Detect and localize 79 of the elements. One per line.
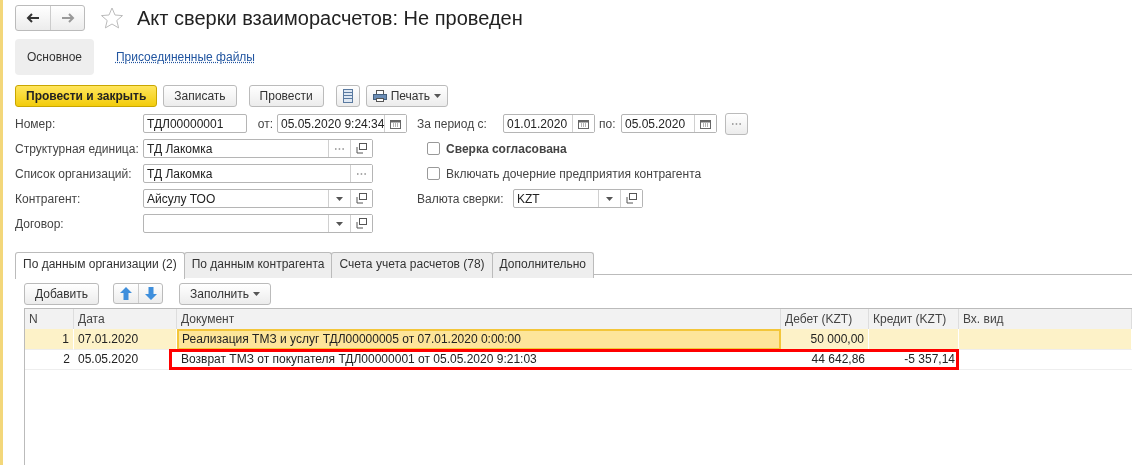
field-label: Валюта сверки:: [417, 191, 505, 206]
date-field[interactable]: 05.05.2020 9:24:34: [277, 114, 407, 133]
section-tab[interactable]: Присоединенные файлы: [104, 39, 267, 75]
open-button[interactable]: [350, 190, 372, 207]
table-cell: 44 642,86: [781, 349, 869, 370]
table-cell: 50 000,00: [781, 329, 869, 350]
printer-icon: [372, 90, 387, 102]
back-arrow-icon: [26, 13, 40, 23]
column-header[interactable]: Дата: [74, 309, 177, 330]
down-arrow-icon: [144, 287, 157, 300]
up-arrow-icon: [120, 287, 133, 300]
tab[interactable]: По данным организации (2): [15, 252, 185, 279]
post-and-close-button[interactable]: Провести и закрыть: [15, 85, 158, 107]
column-header[interactable]: Дебет (KZT): [781, 309, 869, 330]
checkbox[interactable]: [427, 142, 440, 155]
list-icon: [342, 89, 353, 103]
open-button[interactable]: [350, 215, 372, 232]
open-button[interactable]: [620, 190, 642, 207]
column-header[interactable]: Вх. вид: [959, 309, 1132, 330]
table-cell: 07.01.2020: [74, 329, 177, 350]
caret-icon: [336, 221, 343, 226]
tab[interactable]: По данным контрагента: [183, 252, 333, 278]
calendar-button[interactable]: [384, 115, 406, 132]
list-button[interactable]: [335, 85, 360, 107]
column-header[interactable]: Документ: [177, 309, 781, 330]
open-icon: [356, 193, 367, 204]
open-button[interactable]: [350, 140, 372, 157]
print-button[interactable]: Печать: [365, 85, 448, 107]
section-tab[interactable]: Основное: [15, 39, 94, 75]
field-label: Контрагент:: [15, 191, 82, 206]
ellipsis-icon: [732, 122, 741, 125]
ellipsis-icon: [335, 147, 344, 150]
ellipsis-icon: [357, 172, 366, 175]
star-icon[interactable]: [101, 7, 123, 29]
input-field[interactable]: [143, 214, 373, 233]
forward-arrow-icon: [60, 13, 75, 23]
toolbar-button[interactable]: Записать: [163, 85, 237, 107]
toolbar-button[interactable]: Провести: [248, 85, 324, 107]
open-icon: [356, 143, 367, 154]
calendar-button[interactable]: [572, 115, 594, 132]
field-label: от:: [256, 116, 273, 131]
add-button[interactable]: Добавить: [24, 282, 100, 305]
number-field[interactable]: ТДЛ00000001: [143, 114, 247, 133]
open-icon: [356, 218, 367, 229]
calendar-icon: [578, 118, 589, 129]
window-title: Акт сверки взаиморасчетов: Не проведен: [137, 6, 523, 30]
table-cell: Реализация ТМЗ и услуг ТДЛ00000005 от 07.01.2020 0:00:00: [177, 329, 781, 350]
table-cell: 2: [25, 349, 74, 370]
date-field[interactable]: 01.01.2020: [503, 114, 595, 133]
caret-icon: [606, 196, 613, 201]
tab[interactable]: Дополнительно: [491, 252, 594, 278]
column-header[interactable]: Кредит (KZT): [869, 309, 959, 330]
open-icon: [626, 193, 637, 204]
fill-button[interactable]: Заполнить: [179, 282, 271, 305]
date-field[interactable]: 05.05.2020: [621, 114, 717, 133]
calendar-icon: [390, 118, 401, 129]
field-label: Договор:: [15, 216, 65, 231]
input-field[interactable]: Айсулу ТОО: [143, 189, 373, 208]
caret-icon: [336, 196, 343, 201]
caret-icon: [252, 291, 260, 296]
field-label: Список организаций:: [15, 166, 133, 181]
table-cell: -5 357,14: [869, 349, 959, 370]
tab[interactable]: Счета учета расчетов (78): [331, 252, 493, 278]
field-label: Номер:: [15, 116, 57, 131]
calendar-icon: [700, 118, 711, 129]
field-label: За период с:: [417, 116, 488, 131]
table-cell: Возврат ТМЗ от покупателя ТДЛ00000001 от 05.05.2020 9:21:03: [177, 349, 781, 370]
input-field[interactable]: ТД Лакомка: [143, 164, 373, 183]
table-cell: 1: [25, 329, 74, 350]
caret-icon: [434, 94, 441, 98]
checkbox-label: Включать дочерние предприятия контрагента: [446, 166, 702, 181]
column-header[interactable]: N: [25, 309, 74, 330]
checkbox[interactable]: [427, 167, 440, 180]
field-label: Структурная единица:: [15, 141, 139, 156]
calendar-button[interactable]: [694, 115, 716, 132]
checkbox-label: Сверка согласована: [446, 141, 567, 156]
field-label: по:: [599, 116, 617, 131]
input-field[interactable]: ТД Лакомка: [143, 139, 373, 158]
input-field[interactable]: KZT: [513, 189, 643, 208]
